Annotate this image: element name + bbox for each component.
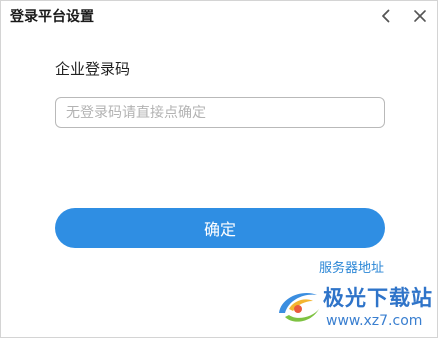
watermark-url: www.xz7.com [326,313,423,329]
close-button[interactable] [412,8,428,24]
site-logo-icon [279,293,319,322]
close-icon [414,10,426,22]
server-address-link[interactable]: 服务器地址 [319,260,384,278]
settings-dialog: 登录平台设置 企业登录码 确定 服务器地址 极光下载站 www.xz7.com [0,0,438,338]
watermark-name: 极光下载站 [323,286,433,310]
watermark: 极光下载站 www.xz7.com [273,281,433,333]
enterprise-code-input[interactable] [55,97,385,128]
confirm-button[interactable]: 确定 [55,208,385,248]
dialog-title: 登录平台设置 [10,9,94,25]
back-button[interactable] [378,8,394,24]
chevron-left-icon [382,9,390,23]
enterprise-code-label: 企业登录码 [55,60,131,78]
